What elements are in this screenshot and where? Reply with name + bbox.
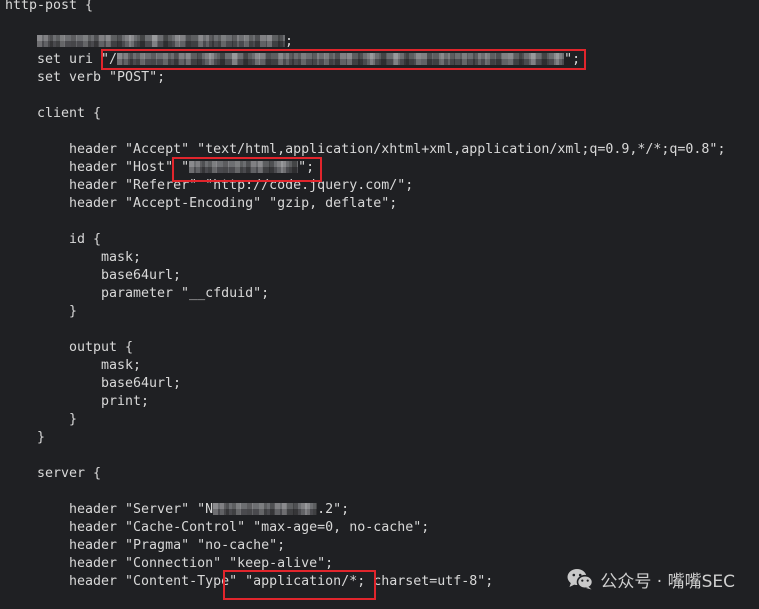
- code-line-output-print: print;: [101, 394, 150, 409]
- highlight-box-content-type: [223, 570, 376, 600]
- code-line-header-pragma: header "Pragma" "no-cache";: [69, 538, 286, 553]
- code-line-header-host: header "Host" " ";: [5, 159, 725, 177]
- code-line-server-open: server {: [37, 466, 102, 481]
- code-line-output-mask: mask;: [101, 358, 142, 373]
- highlight-box-host: [172, 157, 322, 182]
- code-line-id-open: id {: [69, 232, 102, 247]
- highlight-box-uri: [101, 49, 586, 70]
- code-text: header "Server" "N: [69, 502, 214, 517]
- redacted-mosaic: [213, 503, 318, 515]
- code-line-header-accept: header "Accept" "text/html,application/x…: [69, 142, 726, 157]
- code-line-id-mask: mask;: [101, 250, 142, 265]
- redacted-mosaic: [37, 35, 285, 47]
- code-text: ;: [285, 34, 294, 49]
- code-line-header-accept-encoding: header "Accept-Encoding" "gzip, deflate"…: [69, 196, 398, 211]
- code-line-header-server: header "Server" "N .2";: [5, 501, 725, 519]
- code-view: http-post { ; set uri "/"; set verb "POS…: [5, 0, 725, 591]
- code-line-header-cache-control: header "Cache-Control" "max-age=0, no-ca…: [69, 520, 430, 535]
- code-line-id-parameter: parameter "__cfduid";: [101, 286, 270, 301]
- watermark: 公众号 · 嘴嘴SEC: [567, 567, 735, 592]
- code-line-client-close: }: [37, 430, 46, 445]
- code-line-output-open: output {: [69, 340, 134, 355]
- code-line-http-post-open: http-post {: [5, 0, 94, 13]
- code-line-output-close: }: [69, 412, 78, 427]
- code-text: .2";: [317, 502, 350, 517]
- code-line-id-close: }: [69, 304, 78, 319]
- code-line-set-verb: set verb "POST";: [37, 70, 166, 85]
- code-line-header-referer: header "Referer" "http://code.jquery.com…: [69, 178, 414, 193]
- wechat-icon: [567, 568, 594, 590]
- watermark-label: 公众号 · 嘴嘴SEC: [600, 571, 735, 592]
- code-line-id-base64url: base64url;: [101, 268, 182, 283]
- code-line-output-base64url: base64url;: [101, 376, 182, 391]
- code-line-client-open: client {: [37, 106, 102, 121]
